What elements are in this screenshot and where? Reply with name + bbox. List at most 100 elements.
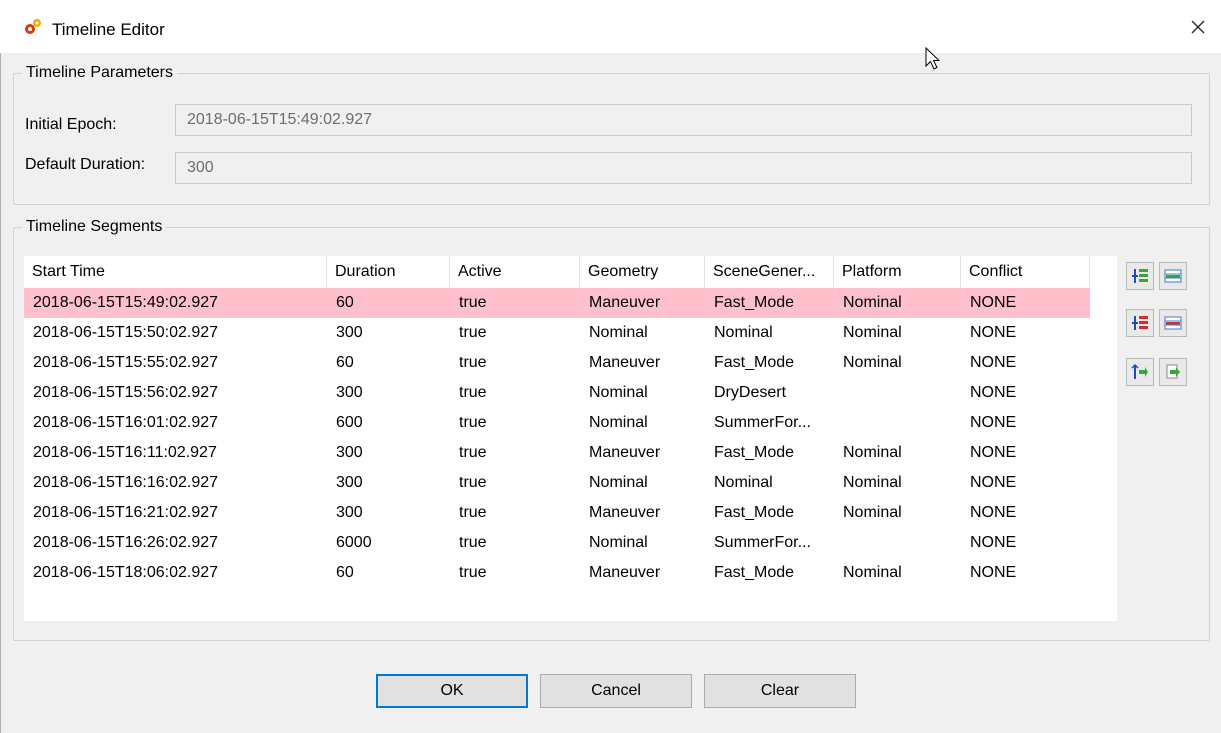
cell-platform: Nominal (843, 324, 902, 341)
cell-duration: 300 (336, 384, 363, 401)
cell-geometry: Maneuver (589, 444, 661, 461)
cell-geometry: Nominal (589, 324, 648, 341)
column-header-conflict[interactable]: Conflict (961, 256, 1090, 288)
cell-active: true (459, 444, 487, 461)
cell-scene-generator: Nominal (714, 324, 773, 341)
cell-geometry: Nominal (589, 474, 648, 491)
table-row[interactable]: 2018-06-15T16:26:02.927 6000 true Nominal Su… (24, 528, 1090, 558)
cell-scene-generator: Fast_Mode (714, 444, 795, 461)
cell-start-time: 2018-06-15T15:50:02.927 (33, 324, 219, 341)
insert-row-before-button[interactable] (1126, 262, 1154, 290)
delete-table-row-button[interactable] (1159, 309, 1187, 337)
column-header-platform[interactable]: Platform (834, 256, 961, 288)
column-header-start-time[interactable]: Start Time (24, 256, 327, 288)
cell-duration: 6000 (336, 534, 372, 551)
cell-active: true (459, 294, 487, 311)
window-title: Timeline Editor (52, 20, 165, 39)
column-header-scene-generator[interactable]: SceneGener... (705, 256, 834, 288)
cell-conflict: NONE (970, 324, 1017, 341)
ok-button[interactable]: OK (376, 674, 528, 708)
cell-active: true (459, 354, 487, 371)
move-row-button[interactable] (1126, 358, 1154, 386)
cell-start-time: 2018-06-15T16:16:02.927 (33, 474, 219, 491)
cell-conflict: NONE (970, 294, 1017, 311)
table-row[interactable]: 2018-06-15T16:11:02.927 300 true Maneuver Fa… (24, 438, 1090, 468)
cell-platform (834, 528, 961, 558)
window-border (0, 0, 1, 733)
copy-row-icon (1166, 364, 1180, 379)
cell-active: true (459, 534, 487, 551)
table-row[interactable]: 2018-06-15T16:16:02.927 300 true Nominal Nom… (24, 468, 1090, 498)
cell-duration: 60 (336, 564, 354, 581)
table-row[interactable]: 2018-06-15T16:01:02.927 600 true Nominal Sum… (24, 408, 1090, 438)
delete-row-button[interactable] (1126, 309, 1154, 337)
cell-active: true (459, 324, 487, 341)
table-row[interactable]: 2018-06-15T15:50:02.927 300 true Nominal Nom… (24, 318, 1090, 348)
cell-scene-generator: SummerFor... (714, 534, 811, 551)
column-header-active[interactable]: Active (450, 256, 580, 288)
cancel-button[interactable]: Cancel (540, 674, 692, 708)
delete-table-row-icon (1164, 316, 1182, 330)
insert-row-before-icon (1132, 269, 1148, 283)
segments-table[interactable]: Start Time Duration Active Geometry Scen… (24, 256, 1117, 621)
move-row-icon (1131, 363, 1148, 379)
title-bar: Timeline Editor (0, 0, 1221, 53)
initial-epoch-label: Initial Epoch: (25, 116, 117, 133)
cell-scene-generator: Fast_Mode (714, 294, 795, 311)
close-button[interactable] (1175, 0, 1221, 53)
cell-conflict: NONE (970, 534, 1017, 551)
table-row[interactable]: 2018-06-15T15:49:02.927 60 true Maneuver Fas… (24, 288, 1090, 318)
table-row[interactable]: 2018-06-15T15:55:02.927 60 true Maneuver Fas… (24, 348, 1090, 378)
cell-duration: 300 (336, 444, 363, 461)
cell-active: true (459, 384, 487, 401)
cell-conflict: NONE (970, 474, 1017, 491)
initial-epoch-field[interactable]: 2018-06-15T15:49:02.927 (175, 104, 1192, 136)
copy-row-button[interactable] (1159, 358, 1187, 386)
cell-active: true (459, 414, 487, 431)
cell-duration: 300 (336, 504, 363, 521)
insert-row-after-icon (1164, 269, 1182, 283)
timeline-parameters-legend: Timeline Parameters (22, 64, 178, 82)
cell-platform: Nominal (843, 474, 902, 491)
gears-icon (25, 19, 41, 34)
cell-start-time: 2018-06-15T18:06:02.927 (33, 564, 219, 581)
table-row[interactable]: 2018-06-15T16:21:02.927 300 true Maneuver Fa… (24, 498, 1090, 528)
cell-scene-generator: DryDesert (714, 384, 787, 401)
cell-active: true (459, 564, 487, 581)
cell-duration: 60 (336, 354, 354, 371)
close-icon (1191, 20, 1205, 33)
cell-start-time: 2018-06-15T16:11:02.927 (33, 444, 217, 461)
cell-scene-generator: Fast_Mode (714, 504, 795, 521)
column-header-duration[interactable]: Duration (327, 256, 450, 288)
cell-duration: 300 (336, 324, 363, 341)
column-header-geometry[interactable]: Geometry (580, 256, 705, 288)
cell-platform: Nominal (843, 354, 902, 371)
cell-geometry: Maneuver (589, 564, 661, 581)
cell-start-time: 2018-06-15T15:49:02.927 (33, 294, 219, 311)
insert-row-after-button[interactable] (1159, 262, 1187, 290)
cell-geometry: Maneuver (589, 354, 661, 371)
table-row[interactable]: 2018-06-15T15:56:02.927 300 true Nominal Dry… (24, 378, 1090, 408)
timeline-segments-group: Timeline Segments Start Time Duration Ac… (13, 218, 1210, 641)
cell-platform (834, 408, 961, 438)
cell-start-time: 2018-06-15T15:55:02.927 (33, 354, 219, 371)
clear-button[interactable]: Clear (704, 674, 856, 708)
cell-scene-generator: SummerFor... (714, 414, 811, 431)
cell-platform: Nominal (843, 564, 902, 581)
delete-row-icon (1132, 316, 1148, 330)
mouse-cursor-icon (925, 47, 941, 70)
cell-scene-generator: Nominal (714, 474, 773, 491)
table-row[interactable]: 2018-06-15T18:06:02.927 60 true Maneuver Fas… (24, 558, 1090, 588)
cell-platform: Nominal (843, 294, 902, 311)
cell-geometry: Nominal (589, 534, 648, 551)
cell-conflict: NONE (970, 354, 1017, 371)
cell-platform: Nominal (843, 504, 902, 521)
cell-scene-generator: Fast_Mode (714, 354, 795, 371)
cell-start-time: 2018-06-15T16:01:02.927 (33, 414, 219, 431)
cell-geometry: Nominal (589, 384, 648, 401)
cell-platform: Nominal (843, 444, 902, 461)
cell-start-time: 2018-06-15T16:26:02.927 (33, 534, 219, 551)
table-header: Start Time Duration Active Geometry Scen… (24, 256, 1090, 288)
default-duration-field[interactable]: 300 (175, 152, 1192, 184)
cell-active: true (459, 474, 487, 491)
